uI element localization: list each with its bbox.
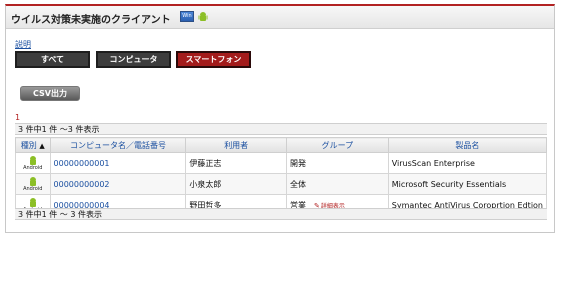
android-icon bbox=[29, 176, 36, 186]
column-header-type[interactable]: 種別 ▲ bbox=[15, 137, 51, 153]
result-count-bottom: 3 件中1 件 ～ 3 件表示 bbox=[15, 208, 547, 220]
column-type-label: 種別 bbox=[20, 140, 37, 150]
windows-icon: Win bbox=[180, 11, 194, 22]
table-header-row: 種別 ▲ コンピュータ名／電話番号 利用者 グループ 製品名 bbox=[15, 137, 548, 153]
column-header-name[interactable]: コンピュータ名／電話番号 bbox=[49, 137, 187, 153]
column-header-group[interactable]: グループ bbox=[285, 137, 389, 153]
group-cell: 開発 bbox=[285, 152, 389, 174]
sort-asc-icon: ▲ bbox=[39, 141, 45, 150]
android-icon bbox=[198, 12, 208, 21]
table-row: Android 00000000002 小泉太郎 全体 Microsoft Se… bbox=[15, 173, 548, 195]
filter-smartphone-button[interactable]: スマートフォン bbox=[176, 51, 251, 68]
type-label: Android bbox=[23, 164, 43, 171]
device-name-link[interactable]: 00000000001 bbox=[54, 159, 110, 168]
product-cell: VirusScan Enterprise bbox=[387, 152, 548, 174]
product-cell: Microsoft Security Essentials bbox=[387, 173, 548, 195]
client-table: 種別 ▲ コンピュータ名／電話番号 利用者 グループ 製品名 Android 0… bbox=[15, 137, 548, 216]
user-cell: 伊藤正志 bbox=[185, 152, 287, 174]
column-header-user[interactable]: 利用者 bbox=[185, 137, 287, 153]
table-row: Android 00000000001 伊藤正志 開発 VirusScan En… bbox=[15, 152, 548, 174]
device-name-link[interactable]: 00000000002 bbox=[54, 180, 110, 189]
help-link[interactable]: 説明 bbox=[15, 39, 31, 50]
page-title: ウイルス対策未実施のクライアント bbox=[11, 15, 171, 26]
android-icon bbox=[29, 155, 36, 165]
filter-computer-button[interactable]: コンピュータ bbox=[96, 51, 171, 68]
type-cell: Android bbox=[15, 173, 51, 195]
filter-all-button[interactable]: すべて bbox=[15, 51, 90, 68]
name-cell: 00000000001 bbox=[49, 152, 187, 174]
user-cell: 小泉太郎 bbox=[185, 173, 287, 195]
type-cell: Android bbox=[15, 152, 51, 174]
type-label: Android bbox=[23, 185, 43, 192]
group-cell: 全体 bbox=[285, 173, 389, 195]
title-bar: ウイルス対策未実施のクライアント Win bbox=[6, 6, 554, 29]
column-header-product[interactable]: 製品名 bbox=[387, 137, 548, 153]
name-cell: 00000000002 bbox=[49, 173, 187, 195]
csv-export-button[interactable]: CSV出力 bbox=[20, 86, 80, 101]
android-icon bbox=[29, 197, 36, 207]
page-number-link[interactable]: 1 bbox=[15, 113, 20, 122]
result-count-top: 3 件中1 件 ～3 件表示 bbox=[15, 123, 547, 135]
